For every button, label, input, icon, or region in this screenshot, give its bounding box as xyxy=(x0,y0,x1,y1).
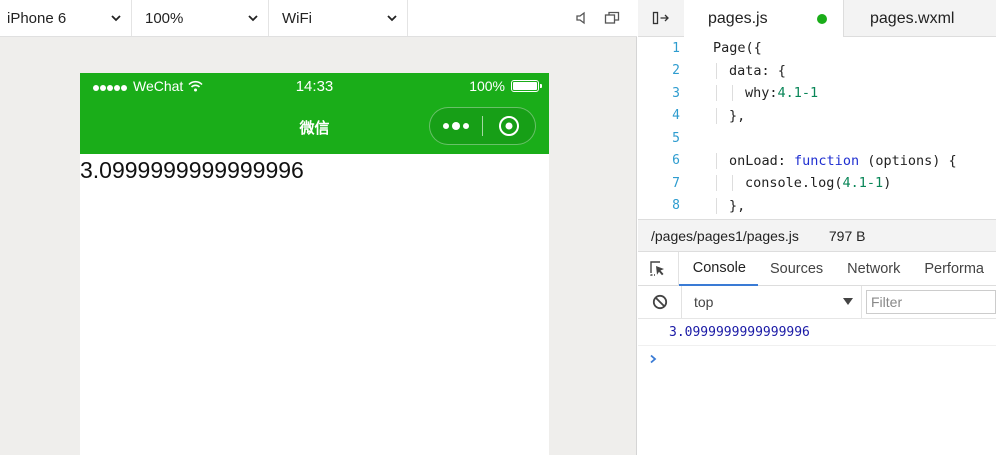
toggle-sidebar-button[interactable] xyxy=(638,0,684,36)
line-number: 8 xyxy=(672,198,680,214)
sound-icon[interactable] xyxy=(567,0,597,36)
chevron-down-icon xyxy=(111,15,121,22)
line-number: 1 xyxy=(672,40,680,56)
inspect-element-button[interactable] xyxy=(638,251,679,286)
target-circle-icon xyxy=(499,116,519,136)
console-output: 3.0999999999999996 xyxy=(638,319,996,455)
tab-label: pages.wxml xyxy=(870,9,955,27)
tab-pages-js[interactable]: pages.js xyxy=(684,0,844,37)
line-number: 6 xyxy=(672,153,680,169)
code-line: 3 why:4.1-1 xyxy=(638,82,996,105)
tab-network[interactable]: Network xyxy=(835,252,912,286)
nav-bar: 微信 xyxy=(80,100,549,154)
clear-console-button[interactable] xyxy=(638,286,682,318)
close-miniprogram-button[interactable] xyxy=(483,108,535,144)
chevron-down-icon xyxy=(387,15,397,22)
more-dots-icon xyxy=(443,123,449,129)
file-info-bar: /pages/pages1/pages.js 797 B xyxy=(638,219,996,252)
tab-performance[interactable]: Performa xyxy=(912,252,996,286)
line-number: 7 xyxy=(672,175,680,191)
editor-tab-bar: pages.js pages.wxml xyxy=(638,0,996,37)
console-log-entry: 3.0999999999999996 xyxy=(638,319,996,346)
status-bar: WeChat 14:33 100% xyxy=(80,73,549,100)
panel-toggle-icon xyxy=(652,11,669,25)
line-number: 3 xyxy=(672,85,680,101)
zoom-select-value: 100% xyxy=(145,9,184,27)
chevron-right-icon xyxy=(650,354,657,364)
capsule-menu xyxy=(429,107,536,145)
window-icon[interactable] xyxy=(597,0,627,36)
code-line: 1 Page({ xyxy=(638,37,996,60)
block-icon xyxy=(652,294,667,310)
tab-label: pages.js xyxy=(708,9,768,27)
context-select[interactable]: top xyxy=(682,286,862,318)
code-line: 7 console.log(4.1-1) xyxy=(638,172,996,195)
network-select-value: WiFi xyxy=(282,9,312,27)
more-menu-button[interactable] xyxy=(430,108,482,144)
code-line: 2 data: { xyxy=(638,60,996,83)
battery-icon xyxy=(511,80,542,92)
chevron-down-icon xyxy=(248,15,258,22)
battery-level-fill xyxy=(513,82,537,90)
code-line: 5 xyxy=(638,127,996,150)
context-select-value: top xyxy=(694,294,714,310)
line-number: 2 xyxy=(672,63,680,79)
device-select-value: iPhone 6 xyxy=(7,9,67,27)
simulator-toolbar: iPhone 6 100% WiFi xyxy=(0,0,637,37)
phone-screen: WeChat 14:33 100% 微信 3.0999999999999996 xyxy=(80,73,549,455)
network-select[interactable]: WiFi xyxy=(269,0,408,36)
caret-down-icon xyxy=(843,298,853,305)
console-toolbar: top xyxy=(638,286,996,319)
line-number: 4 xyxy=(672,108,680,124)
console-prompt[interactable] xyxy=(638,346,996,372)
code-line: 6 onLoad: function (options) { xyxy=(638,150,996,173)
battery-percent: 100% xyxy=(469,78,505,94)
file-path: /pages/pages1/pages.js xyxy=(651,227,799,244)
code-editor[interactable]: 1 Page({ 2 data: { 3 why:4.1-1 4 }, 5 6 … xyxy=(638,37,996,219)
tab-pages-wxml[interactable]: pages.wxml xyxy=(844,0,954,37)
simulator-panel: iPhone 6 100% WiFi WeChat 14:33 100% 微信 … xyxy=(0,0,637,455)
tab-sources[interactable]: Sources xyxy=(758,252,835,286)
tab-console[interactable]: Console xyxy=(678,252,758,286)
cursor-select-icon xyxy=(650,260,664,276)
code-line: 4 }, xyxy=(638,105,996,128)
page-content-text: 3.0999999999999996 xyxy=(80,157,304,183)
device-select[interactable]: iPhone 6 xyxy=(0,0,132,36)
code-line: 8 }, xyxy=(638,195,996,218)
modified-dot-icon xyxy=(817,14,827,24)
zoom-select[interactable]: 100% xyxy=(132,0,269,36)
file-size: 797 B xyxy=(828,227,866,244)
editor-panel: pages.js pages.wxml 1 Page({ 2 data: { 3… xyxy=(638,0,996,455)
devtools-tab-bar: Console Sources Network Performa xyxy=(638,251,996,286)
line-number: 5 xyxy=(672,130,680,146)
console-filter-input[interactable] xyxy=(866,290,996,314)
